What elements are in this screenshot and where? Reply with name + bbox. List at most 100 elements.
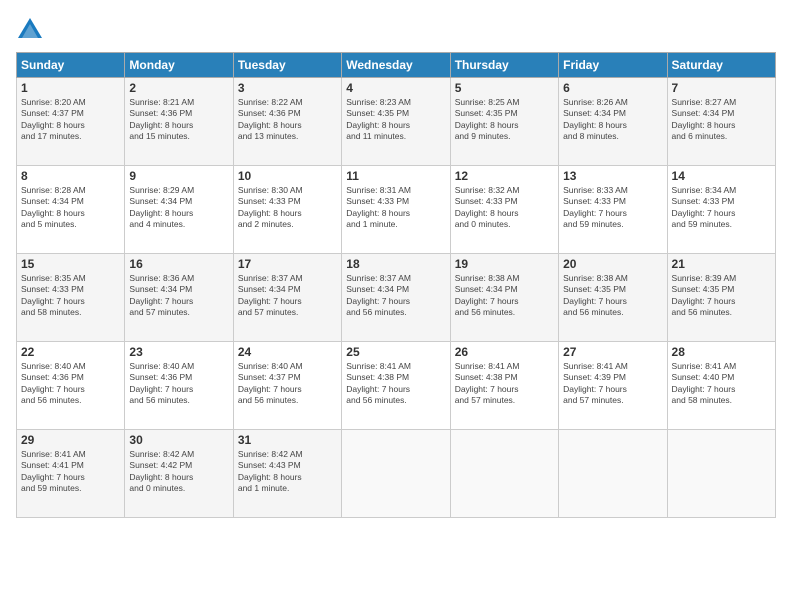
day-number: 12	[455, 169, 554, 183]
day-info: Sunrise: 8:29 AMSunset: 4:34 PMDaylight:…	[129, 185, 228, 231]
day-cell-11: 11Sunrise: 8:31 AMSunset: 4:33 PMDayligh…	[342, 166, 450, 254]
day-cell-12: 12 Sunrise: 8:32 AMSunset: 4:33 PMDayligh…	[450, 166, 558, 254]
day-info: Sunrise: 8:22 AMSunset: 4:36 PMDaylight:…	[238, 97, 337, 143]
day-header-wednesday: Wednesday	[342, 53, 450, 78]
day-cell-24: 24 Sunrise: 8:40 AMSunset: 4:37 PMDayligh…	[233, 342, 341, 430]
day-number: 15	[21, 257, 120, 271]
day-number: 23	[129, 345, 228, 359]
day-cell-29: 29 Sunrise: 8:41 AMSunset: 4:41 PMDayligh…	[17, 430, 125, 518]
day-number: 29	[21, 433, 120, 447]
day-number: 30	[129, 433, 228, 447]
day-info: Sunrise: 8:35 AMSunset: 4:33 PMDaylight:…	[21, 273, 120, 319]
day-cell-4: 4 Sunrise: 8:23 AMSunset: 4:35 PMDaylight…	[342, 78, 450, 166]
day-header-thursday: Thursday	[450, 53, 558, 78]
header	[16, 16, 776, 44]
day-number: 16	[129, 257, 228, 271]
day-info: Sunrise: 8:37 AMSunset: 4:34 PMDaylight:…	[346, 273, 445, 319]
day-number: 7	[672, 81, 771, 95]
day-number: 13	[563, 169, 662, 183]
day-header-saturday: Saturday	[667, 53, 775, 78]
day-cell-5: 5Sunrise: 8:25 AMSunset: 4:35 PMDaylight…	[450, 78, 558, 166]
day-info: Sunrise: 8:42 AMSunset: 4:42 PMDaylight:…	[129, 449, 228, 495]
day-info: Sunrise: 8:20 AMSunset: 4:37 PMDaylight:…	[21, 97, 120, 143]
day-cell-30: 30 Sunrise: 8:42 AMSunset: 4:42 PMDayligh…	[125, 430, 233, 518]
calendar-week-3: 15 Sunrise: 8:35 AMSunset: 4:33 PMDayligh…	[17, 254, 776, 342]
day-info: Sunrise: 8:42 AMSunset: 4:43 PMDaylight:…	[238, 449, 337, 495]
day-number: 19	[455, 257, 554, 271]
day-cell-3: 3Sunrise: 8:22 AMSunset: 4:36 PMDaylight…	[233, 78, 341, 166]
day-info: Sunrise: 8:40 AMSunset: 4:36 PMDaylight:…	[129, 361, 228, 407]
day-number: 28	[672, 345, 771, 359]
day-number: 8	[21, 169, 120, 183]
day-number: 26	[455, 345, 554, 359]
day-info: Sunrise: 8:40 AMSunset: 4:37 PMDaylight:…	[238, 361, 337, 407]
day-info: Sunrise: 8:39 AMSunset: 4:35 PMDaylight:…	[672, 273, 771, 319]
day-number: 20	[563, 257, 662, 271]
logo	[16, 16, 50, 44]
day-info: Sunrise: 8:33 AMSunset: 4:33 PMDaylight:…	[563, 185, 662, 231]
day-number: 25	[346, 345, 445, 359]
day-cell-13: 13 Sunrise: 8:33 AMSunset: 4:33 PMDayligh…	[559, 166, 667, 254]
day-info: Sunrise: 8:38 AMSunset: 4:34 PMDaylight:…	[455, 273, 554, 319]
day-number: 1	[21, 81, 120, 95]
day-cell-14: 14 Sunrise: 8:34 AMSunset: 4:33 PMDayligh…	[667, 166, 775, 254]
day-number: 31	[238, 433, 337, 447]
day-cell-6: 6 Sunrise: 8:26 AMSunset: 4:34 PMDaylight…	[559, 78, 667, 166]
day-cell-7: 7 Sunrise: 8:27 AMSunset: 4:34 PMDaylight…	[667, 78, 775, 166]
calendar-header-row: SundayMondayTuesdayWednesdayThursdayFrid…	[17, 53, 776, 78]
day-info: Sunrise: 8:30 AMSunset: 4:33 PMDaylight:…	[238, 185, 337, 231]
day-cell-10: 10 Sunrise: 8:30 AMSunset: 4:33 PMDayligh…	[233, 166, 341, 254]
logo-icon	[16, 16, 44, 44]
day-number: 27	[563, 345, 662, 359]
day-number: 21	[672, 257, 771, 271]
day-info: Sunrise: 8:40 AMSunset: 4:36 PMDaylight:…	[21, 361, 120, 407]
day-number: 4	[346, 81, 445, 95]
day-cell-1: 1 Sunrise: 8:20 AMSunset: 4:37 PMDaylight…	[17, 78, 125, 166]
day-cell-25: 25 Sunrise: 8:41 AMSunset: 4:38 PMDayligh…	[342, 342, 450, 430]
calendar-week-5: 29 Sunrise: 8:41 AMSunset: 4:41 PMDayligh…	[17, 430, 776, 518]
calendar-week-1: 1 Sunrise: 8:20 AMSunset: 4:37 PMDaylight…	[17, 78, 776, 166]
day-cell-18: 18 Sunrise: 8:37 AMSunset: 4:34 PMDayligh…	[342, 254, 450, 342]
day-cell-8: 8Sunrise: 8:28 AMSunset: 4:34 PMDaylight…	[17, 166, 125, 254]
day-number: 5	[455, 81, 554, 95]
day-info: Sunrise: 8:34 AMSunset: 4:33 PMDaylight:…	[672, 185, 771, 231]
day-info: Sunrise: 8:41 AMSunset: 4:39 PMDaylight:…	[563, 361, 662, 407]
day-number: 2	[129, 81, 228, 95]
day-cell-23: 23 Sunrise: 8:40 AMSunset: 4:36 PMDayligh…	[125, 342, 233, 430]
empty-cell	[450, 430, 558, 518]
day-info: Sunrise: 8:23 AMSunset: 4:35 PMDaylight:…	[346, 97, 445, 143]
day-info: Sunrise: 8:21 AMSunset: 4:36 PMDaylight:…	[129, 97, 228, 143]
day-header-tuesday: Tuesday	[233, 53, 341, 78]
day-info: Sunrise: 8:27 AMSunset: 4:34 PMDaylight:…	[672, 97, 771, 143]
day-info: Sunrise: 8:32 AMSunset: 4:33 PMDaylight:…	[455, 185, 554, 231]
day-number: 6	[563, 81, 662, 95]
day-number: 10	[238, 169, 337, 183]
day-cell-22: 22Sunrise: 8:40 AMSunset: 4:36 PMDayligh…	[17, 342, 125, 430]
day-cell-27: 27 Sunrise: 8:41 AMSunset: 4:39 PMDayligh…	[559, 342, 667, 430]
empty-cell	[342, 430, 450, 518]
day-info: Sunrise: 8:26 AMSunset: 4:34 PMDaylight:…	[563, 97, 662, 143]
day-header-sunday: Sunday	[17, 53, 125, 78]
day-info: Sunrise: 8:41 AMSunset: 4:38 PMDaylight:…	[346, 361, 445, 407]
day-info: Sunrise: 8:41 AMSunset: 4:41 PMDaylight:…	[21, 449, 120, 495]
day-number: 18	[346, 257, 445, 271]
day-cell-2: 2 Sunrise: 8:21 AMSunset: 4:36 PMDaylight…	[125, 78, 233, 166]
day-info: Sunrise: 8:37 AMSunset: 4:34 PMDaylight:…	[238, 273, 337, 319]
empty-cell	[559, 430, 667, 518]
calendar-week-2: 8Sunrise: 8:28 AMSunset: 4:34 PMDaylight…	[17, 166, 776, 254]
day-cell-20: 20 Sunrise: 8:38 AMSunset: 4:35 PMDayligh…	[559, 254, 667, 342]
day-cell-31: 31 Sunrise: 8:42 AMSunset: 4:43 PMDayligh…	[233, 430, 341, 518]
day-cell-19: 19 Sunrise: 8:38 AMSunset: 4:34 PMDayligh…	[450, 254, 558, 342]
day-cell-28: 28Sunrise: 8:41 AMSunset: 4:40 PMDayligh…	[667, 342, 775, 430]
calendar-week-4: 22Sunrise: 8:40 AMSunset: 4:36 PMDayligh…	[17, 342, 776, 430]
day-header-monday: Monday	[125, 53, 233, 78]
day-cell-17: 17Sunrise: 8:37 AMSunset: 4:34 PMDayligh…	[233, 254, 341, 342]
day-number: 9	[129, 169, 228, 183]
day-number: 24	[238, 345, 337, 359]
day-number: 14	[672, 169, 771, 183]
day-info: Sunrise: 8:36 AMSunset: 4:34 PMDaylight:…	[129, 273, 228, 319]
day-info: Sunrise: 8:41 AMSunset: 4:38 PMDaylight:…	[455, 361, 554, 407]
day-cell-15: 15 Sunrise: 8:35 AMSunset: 4:33 PMDayligh…	[17, 254, 125, 342]
day-cell-21: 21 Sunrise: 8:39 AMSunset: 4:35 PMDayligh…	[667, 254, 775, 342]
day-info: Sunrise: 8:38 AMSunset: 4:35 PMDaylight:…	[563, 273, 662, 319]
